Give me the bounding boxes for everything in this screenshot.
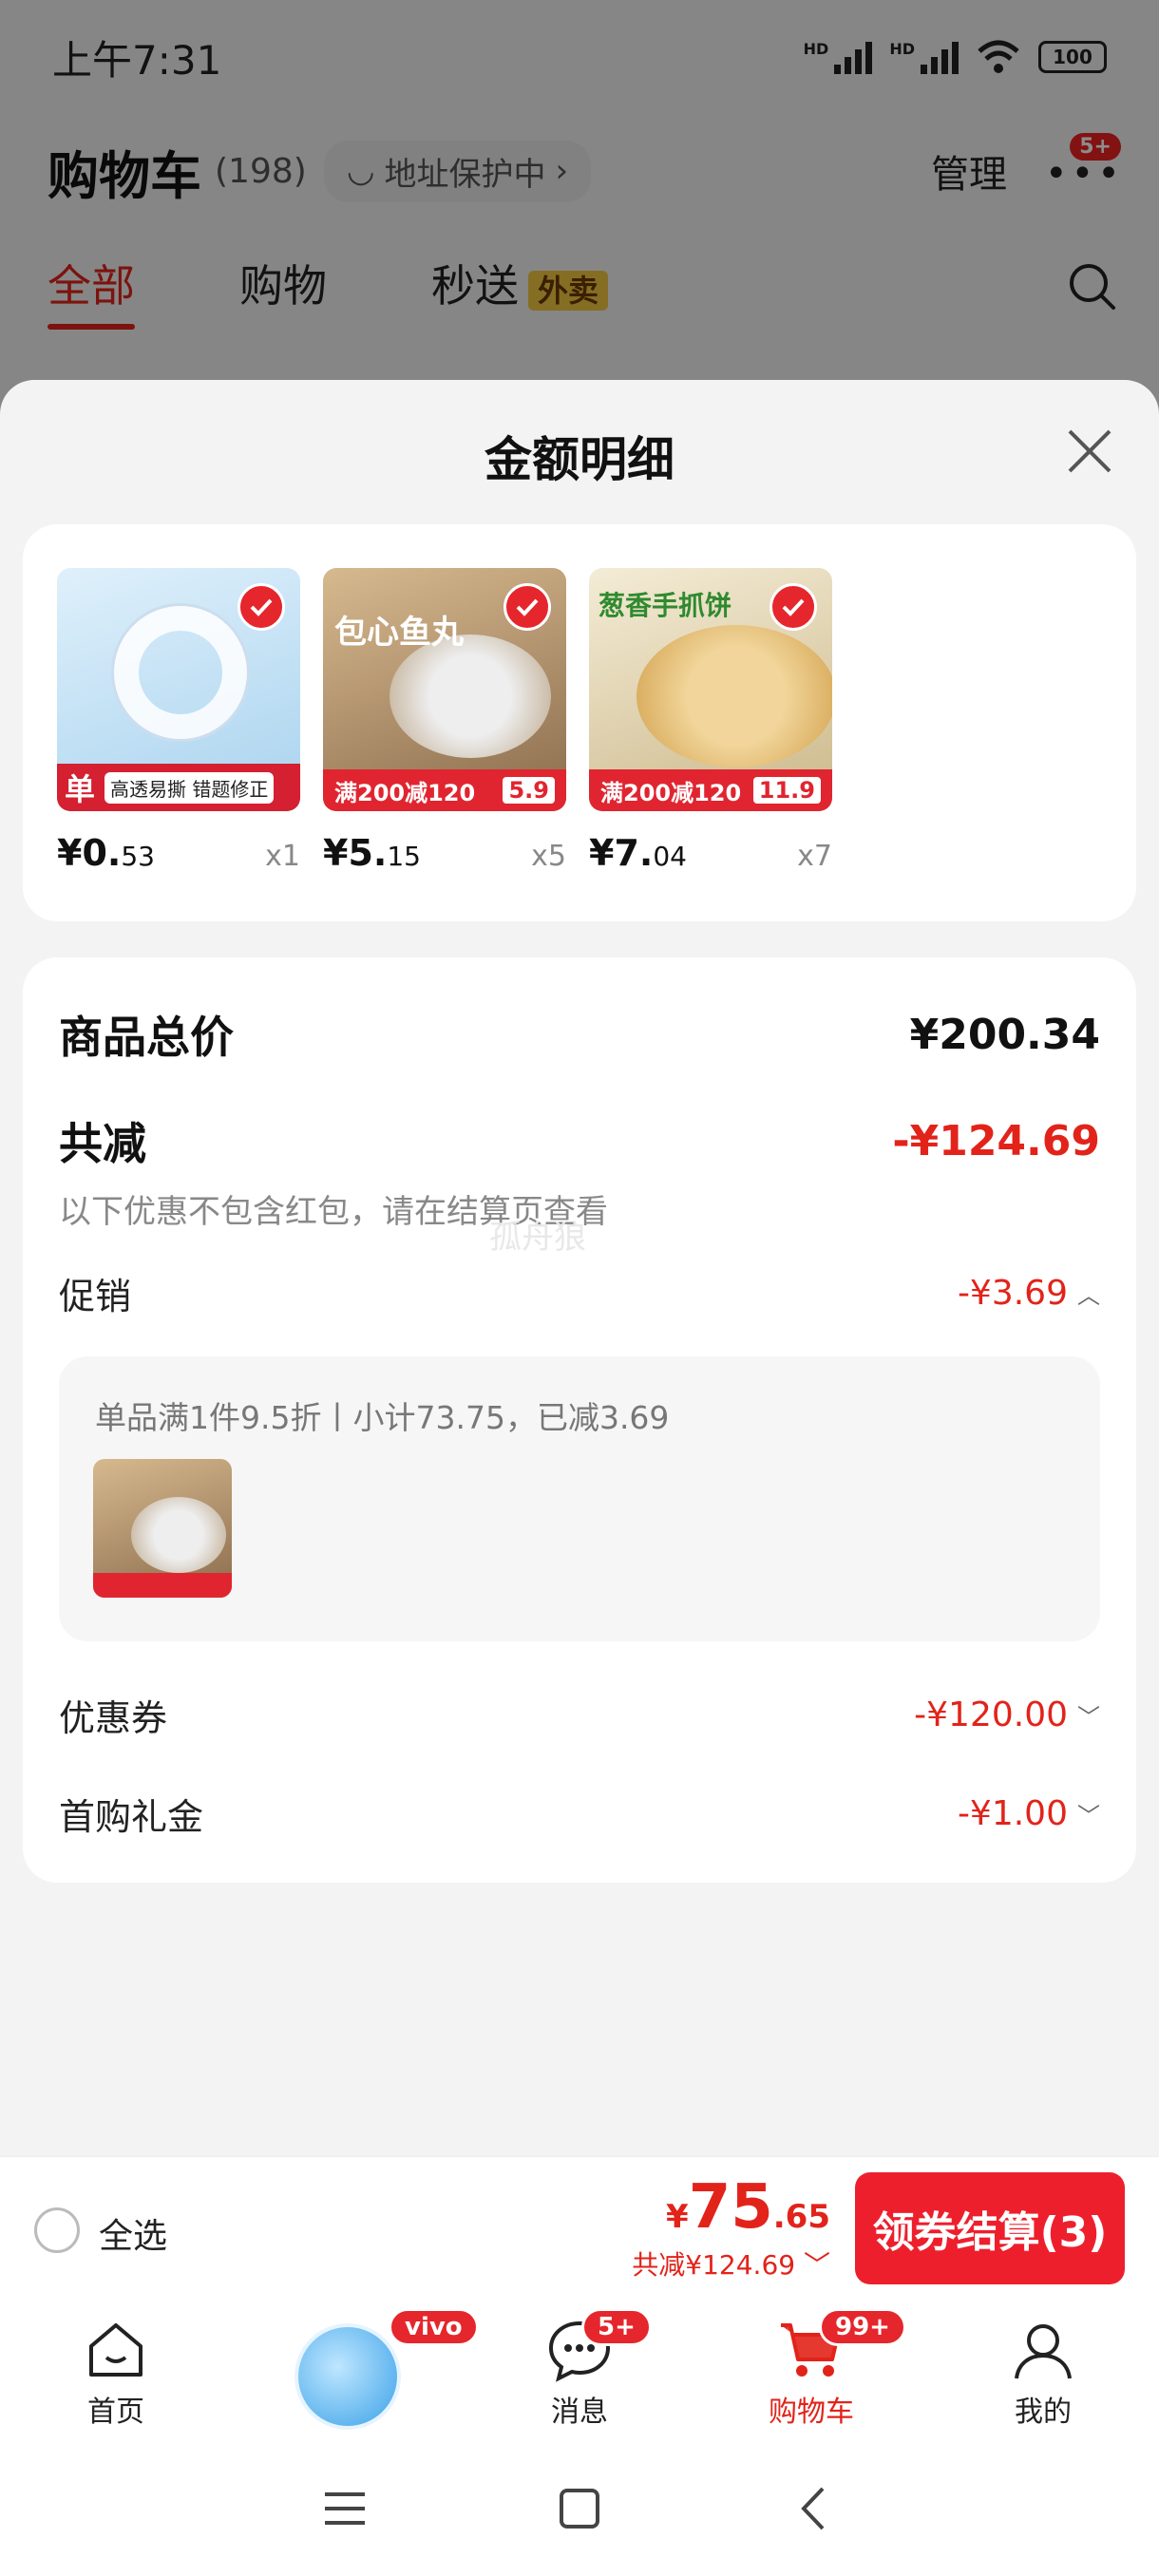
bottom-nav: 首页 vivo 消息 5+ 购物车 99+ 我的 — [0, 2299, 1159, 2441]
sheet-title: 金额明细 — [484, 432, 674, 487]
chevron-up-icon: ︿ — [1077, 1282, 1100, 1309]
goods-total-label: 商品总价 — [59, 1012, 234, 1063]
product-image-sub: 满200减120 — [334, 779, 476, 806]
product-image-sub: 满200减120 — [600, 779, 742, 806]
product-image-sub: 高透易撕 错题修正 — [104, 771, 275, 804]
profile-icon — [1015, 2324, 1072, 2379]
chevron-down-icon: ﹀ — [803, 2249, 830, 2281]
amount-detail-sheet: 金额明细 单 高透易撕 错题修正 ¥0.53 x1 包心鱼丸 满200减120 … — [0, 380, 1159, 2156]
coupon-row[interactable]: 优惠券 -¥120.00 ﹀ — [59, 1689, 1100, 1741]
product-item[interactable]: 包心鱼丸 满200减120 5.9 ¥5.15 x5 — [323, 568, 566, 874]
nav-cart[interactable]: 购物车 99+ — [695, 2299, 927, 2441]
total-discount-value: -¥124.69 — [892, 1116, 1100, 1165]
nav-phone-promo[interactable]: vivo — [232, 2299, 479, 2441]
first-gift-row[interactable]: 首购礼金 -¥1.00 ﹀ — [59, 1788, 1100, 1840]
system-navigation-bar — [0, 2441, 1159, 2576]
promotion-value: -¥3.69 — [957, 1274, 1068, 1313]
product-image-price: 5.9 — [503, 777, 555, 804]
goods-total-value: ¥200.34 — [909, 1010, 1100, 1059]
nav-cart-label: 购物车 — [769, 2396, 854, 2429]
first-gift-value: -¥1.00 — [957, 1794, 1068, 1833]
nav-home[interactable]: 首页 — [0, 2299, 232, 2441]
promotion-label: 促销 — [59, 1276, 132, 1317]
product-item[interactable]: 单 高透易撕 错题修正 ¥0.53 x1 — [57, 568, 300, 874]
product-price: ¥5.15 — [323, 832, 421, 874]
home-icon — [89, 2323, 142, 2377]
product-qty: x1 — [265, 840, 300, 873]
product-list-card: 单 高透易撕 错题修正 ¥0.53 x1 包心鱼丸 满200减120 5.9 ¥… — [23, 524, 1136, 921]
back-icon[interactable] — [788, 2483, 840, 2534]
check-icon — [504, 583, 551, 631]
check-icon — [238, 583, 285, 631]
nav-cart-badge: 99+ — [819, 2308, 906, 2346]
coupon-value: -¥120.00 — [914, 1695, 1068, 1734]
product-price: ¥7.04 — [589, 832, 687, 874]
promotion-row[interactable]: 促销 -¥3.69 ︿ — [59, 1267, 1100, 1319]
nav-profile-label: 我的 — [1015, 2396, 1072, 2429]
promotion-detail-text: 单品满1件9.5折丨小计73.75，已减3.69 — [95, 1399, 670, 1436]
nav-profile[interactable]: 我的 — [927, 2299, 1159, 2441]
checkout-button[interactable]: 领券结算(3) — [855, 2172, 1125, 2284]
product-image-text: 单 — [65, 771, 96, 807]
product-qty: x7 — [797, 840, 832, 873]
goods-total-row: 商品总价 ¥200.34 — [59, 1003, 1100, 1066]
menu-icon[interactable] — [319, 2483, 370, 2534]
home-square-icon[interactable] — [554, 2483, 605, 2534]
coupon-label: 优惠券 — [59, 1697, 168, 1739]
nav-messages-badge: 5+ — [581, 2308, 652, 2346]
phone-promo-icon — [294, 2323, 401, 2430]
total-discount-label: 共减 — [59, 1118, 146, 1169]
chevron-down-icon: ﹀ — [1077, 1704, 1100, 1731]
nav-home-label: 首页 — [87, 2396, 144, 2429]
promotion-product-thumbnail — [93, 1459, 232, 1598]
close-icon[interactable] — [1064, 426, 1115, 477]
product-image-text: 包心鱼丸 — [334, 614, 464, 652]
chevron-down-icon: ﹀ — [1077, 1803, 1100, 1829]
check-icon — [770, 583, 817, 631]
product-item[interactable]: 葱香手抓饼 满200减120 11.9 ¥7.04 x7 — [589, 568, 832, 874]
nav-messages-label: 消息 — [551, 2396, 608, 2429]
total-discount-row: 共减 -¥124.69 — [59, 1109, 1100, 1172]
product-image-tape: 单 高透易撕 错题修正 — [57, 568, 300, 811]
product-qty: x5 — [531, 840, 566, 873]
product-price: ¥0.53 — [57, 832, 155, 874]
first-gift-label: 首购礼金 — [59, 1796, 204, 1838]
nav-messages[interactable]: 消息 5+ — [464, 2299, 695, 2441]
product-image-text: 葱香手抓饼 — [598, 590, 732, 621]
total-saved[interactable]: 共减¥124.69 ﹀ — [632, 2245, 830, 2282]
product-image-pancake: 葱香手抓饼 满200减120 11.9 — [589, 568, 832, 811]
product-image-price: 11.9 — [752, 777, 821, 804]
select-all-radio[interactable] — [34, 2207, 80, 2253]
watermark: 孤舟狼 — [489, 1219, 586, 1257]
product-image-fishball: 包心鱼丸 满200减120 5.9 — [323, 568, 566, 811]
total-price: ¥75.65 — [666, 2172, 830, 2243]
checkout-bar: 全选 ¥75.65 共减¥124.69 ﹀ 领券结算(3) — [0, 2156, 1159, 2299]
promotion-detail-box: 单品满1件9.5折丨小计73.75，已减3.69 — [59, 1356, 1100, 1641]
price-detail-card: 商品总价 ¥200.34 共减 -¥124.69 以下优惠不包含红包，请在结算页… — [23, 957, 1136, 1883]
select-all-label[interactable]: 全选 — [99, 2208, 167, 2258]
